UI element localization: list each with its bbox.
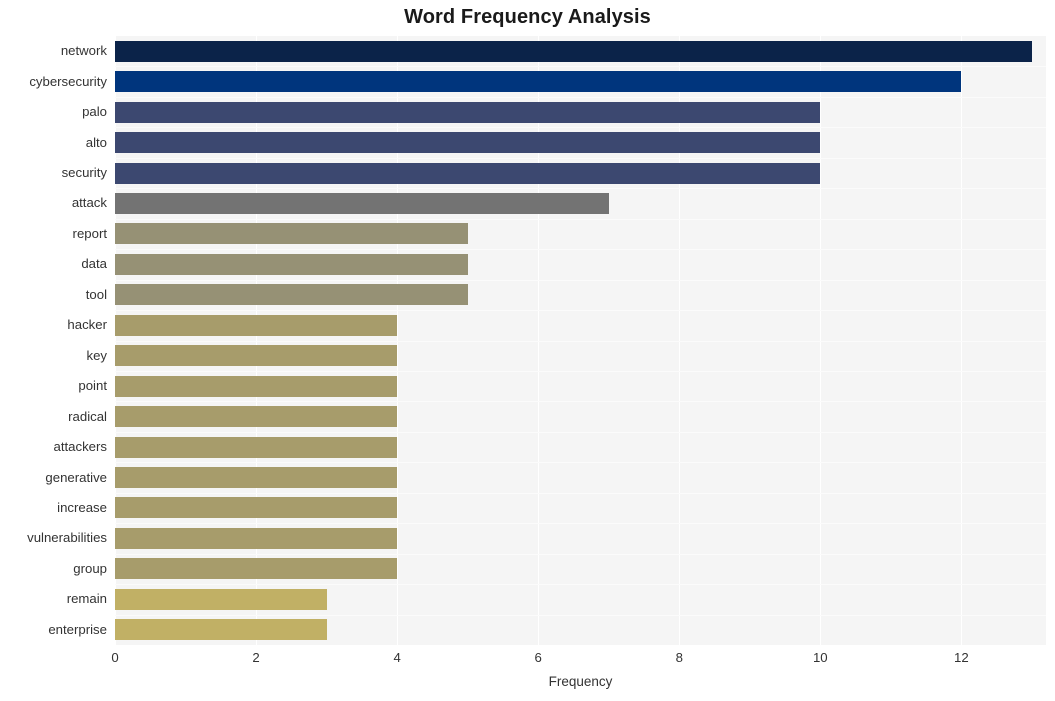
y-axis-label-enterprise: enterprise (48, 621, 107, 637)
bar-attackers (115, 436, 398, 458)
bar-vulnerabilities (115, 527, 398, 549)
y-axis-label-radical: radical (68, 408, 107, 424)
bar-cybersecurity (115, 71, 962, 93)
y-axis-label-security: security (61, 165, 107, 181)
x-axis-tick-labels: 0 2 4 6 8 10 12 (0, 650, 1055, 672)
gridline-horizontal (115, 340, 1046, 342)
plot-area (115, 36, 1046, 645)
x-tick-12: 12 (954, 650, 969, 665)
y-axis-label-network: network (60, 43, 107, 59)
gridline-horizontal (115, 157, 1046, 159)
y-axis-label-tool: tool (85, 286, 107, 302)
gridline-horizontal (115, 614, 1046, 616)
gridline-horizontal (115, 523, 1046, 525)
y-axis-label-remain: remain (66, 591, 107, 607)
y-axis-label-hacker: hacker (67, 317, 107, 333)
bar-enterprise (115, 619, 327, 641)
x-tick-0: 0 (111, 650, 119, 665)
y-axis-label-cybersecurity: cybersecurity (29, 73, 107, 89)
bar-report (115, 223, 468, 245)
y-axis-label-key: key (86, 347, 107, 363)
x-tick-2: 2 (252, 650, 260, 665)
y-axis-labels: network cybersecurity palo alto security atta… (0, 36, 107, 645)
bar-data (115, 253, 468, 275)
bar-increase (115, 497, 398, 519)
bar-generative (115, 467, 398, 489)
y-axis-label-data: data (81, 256, 107, 272)
bar-network (115, 40, 1032, 62)
gridline-horizontal (115, 553, 1046, 555)
gridline-horizontal (115, 310, 1046, 312)
gridline-horizontal (115, 66, 1046, 68)
y-axis-label-vulnerabilities: vulnerabilities (27, 530, 107, 546)
bar-group (115, 558, 398, 580)
gridline-horizontal (115, 462, 1046, 464)
bar-remain (115, 588, 327, 610)
bar-attack (115, 192, 609, 214)
y-axis-label-increase: increase (57, 499, 107, 515)
y-axis-label-generative: generative (45, 469, 107, 485)
gridline-horizontal (115, 127, 1046, 129)
gridline-horizontal (115, 431, 1046, 433)
gridline-horizontal (115, 249, 1046, 251)
y-axis-label-report: report (72, 225, 107, 241)
bar-tool (115, 284, 468, 306)
x-tick-4: 4 (393, 650, 401, 665)
gridline-horizontal (115, 279, 1046, 281)
gridline-horizontal (115, 218, 1046, 220)
x-tick-6: 6 (534, 650, 542, 665)
gridline-horizontal (115, 492, 1046, 494)
x-tick-10: 10 (812, 650, 828, 665)
y-axis-label-attackers: attackers (53, 439, 107, 455)
bar-key (115, 345, 398, 367)
gridline-horizontal (115, 370, 1046, 372)
page-title: Word Frequency Analysis (404, 6, 651, 28)
bar-alto (115, 132, 821, 154)
bar-radical (115, 406, 398, 428)
bar-point (115, 375, 398, 397)
gridline-horizontal (115, 188, 1046, 190)
bar-hacker (115, 314, 398, 336)
bar-palo (115, 101, 821, 123)
y-axis-label-group: group (73, 560, 107, 576)
word-frequency-chart: Word Frequency Analysis network cybersecu… (0, 0, 1055, 701)
y-axis-label-attack: attack (71, 195, 107, 211)
bar-security (115, 162, 821, 184)
y-axis-label-point: point (78, 378, 107, 394)
gridline-horizontal (115, 96, 1046, 98)
y-axis-label-alto: alto (85, 134, 107, 150)
gridline-horizontal (115, 401, 1046, 403)
y-axis-label-palo: palo (82, 104, 107, 120)
x-tick-8: 8 (675, 650, 683, 665)
gridline-horizontal (115, 584, 1046, 586)
x-axis-title: Frequency (548, 674, 613, 689)
